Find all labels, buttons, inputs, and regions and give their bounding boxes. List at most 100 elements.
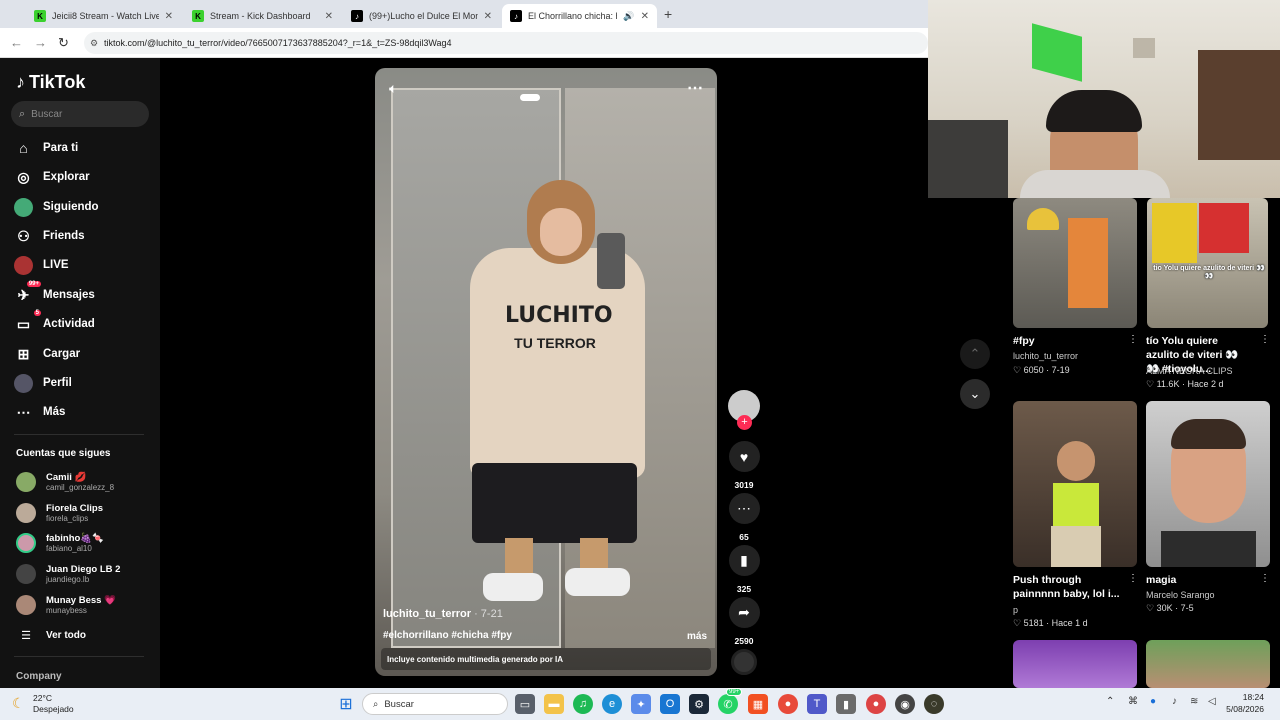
related-video-title[interactable]: #fpy — [1013, 334, 1035, 348]
chrome-icon[interactable]: ● — [778, 694, 798, 714]
related-video-author[interactable]: p — [1013, 605, 1018, 615]
related-video-title[interactable]: Push through painnnnn baby, lol i... — [1013, 573, 1125, 601]
sidebar-item-explorar[interactable]: ◎ Explorar — [14, 166, 89, 188]
taskbar-search[interactable]: ⌕ Buscar — [362, 693, 508, 715]
author-avatar[interactable]: + — [728, 390, 760, 430]
video-options-icon[interactable]: ⋮ — [1128, 334, 1138, 345]
sidebar-item-para-ti[interactable]: ⌂ Para ti — [14, 137, 78, 159]
related-like-count: 5181 — [1023, 618, 1044, 628]
tab-tiktok-chorrillano[interactable]: ♪ El Chorrillano chicha: histo 🔊 ✕ — [502, 4, 657, 28]
search-placeholder: Buscar — [31, 108, 63, 120]
new-tab-button[interactable]: + — [664, 6, 672, 22]
share-button[interactable]: ➦ 2590 — [728, 597, 760, 646]
forward-arrow-icon[interactable]: → — [34, 35, 47, 50]
see-all-link[interactable]: ☰ Ver todo — [16, 623, 86, 647]
store-icon[interactable]: ▦ — [748, 694, 768, 714]
teams-icon[interactable]: T — [807, 694, 827, 714]
outlook-icon[interactable]: O — [660, 694, 680, 714]
following-account[interactable]: Fiorela Clips fiorela_clips — [16, 501, 103, 525]
close-icon[interactable]: ✕ — [641, 11, 649, 22]
url-field[interactable]: ⚙ tiktok.com/@luchito_tu_terror/video/76… — [84, 32, 928, 54]
weather-desc[interactable]: Despejado — [33, 704, 74, 714]
related-video-author[interactable]: ALMA NEGRA CLIPS — [1146, 366, 1233, 376]
clock-time[interactable]: 18:24 — [1228, 692, 1264, 702]
related-video-author[interactable]: Marcelo Sarango — [1146, 590, 1215, 600]
sidebar-item-mas[interactable]: ⋯ Más — [14, 401, 66, 423]
following-account[interactable]: Juan Diego LB 2 juandiego.lb — [16, 562, 120, 586]
tab-tiktok-lucho[interactable]: ♪ (99+)Lucho el Dulce El Mono - ✕ — [343, 4, 500, 28]
whatsapp-icon[interactable]: ✆ 99+ — [718, 688, 743, 714]
bookmark-icon: ▮ — [728, 545, 760, 576]
sidebar-item-mensajes[interactable]: ✈ 99+ Mensajes — [14, 280, 95, 306]
copilot-icon[interactable]: ✦ — [631, 694, 651, 714]
more-options-icon[interactable]: ⋯ — [687, 78, 703, 98]
tray-icon[interactable]: ● — [1150, 696, 1156, 707]
spotify-icon[interactable]: ♫ — [573, 694, 593, 714]
speaker-icon[interactable]: 🔊 — [623, 11, 634, 22]
related-video-thumbnail[interactable] — [1013, 401, 1137, 567]
activity-badge: 5 — [33, 309, 41, 316]
video-author[interactable]: luchito_tu_terror · 7-21 — [383, 608, 503, 620]
follow-plus-icon[interactable]: + — [737, 415, 752, 430]
volume-icon[interactable]: 🔈︎ — [389, 80, 397, 97]
video-player[interactable]: LUCHITO TU TERROR 🔈︎ ⋯ luchito_tu_terror… — [375, 68, 717, 676]
close-icon[interactable]: ✕ — [484, 11, 492, 22]
wifi-icon[interactable]: ≋ — [1190, 696, 1198, 707]
video-hashtags[interactable]: #elchorrillano #chicha #fpy — [383, 630, 512, 641]
sidebar-item-siguiendo[interactable]: Siguiendo — [14, 196, 99, 218]
ai-content-notice: Incluye contenido multimedia generado po… — [381, 648, 711, 670]
chevron-up-icon[interactable]: ⌃ — [1106, 696, 1114, 707]
edge-icon[interactable]: e — [602, 694, 622, 714]
back-arrow-icon[interactable]: ← — [10, 35, 23, 50]
next-video-button[interactable]: ⌄ — [960, 379, 990, 409]
video-options-icon[interactable]: ⋮ — [1128, 573, 1138, 584]
sidebar-item-cargar[interactable]: ⊞ Cargar — [14, 343, 80, 365]
company-link[interactable]: Company — [16, 671, 62, 682]
app-icon[interactable]: ◌ — [924, 694, 944, 714]
tray-icon[interactable]: ⌘ — [1128, 696, 1138, 707]
related-video-author[interactable]: luchito_tu_terror — [1013, 351, 1078, 361]
related-video-thumbnail[interactable] — [1013, 198, 1137, 328]
following-account[interactable]: Camii 💋 camil_gonzalezz_8 — [16, 470, 114, 494]
obs-icon[interactable]: ◉ — [895, 694, 915, 714]
more-link[interactable]: más — [687, 631, 707, 642]
account-handle: fabiano_al10 — [46, 544, 92, 553]
previous-video-button[interactable]: ⌃ — [960, 339, 990, 369]
tab-kick-stream[interactable]: K Jeicii8 Stream - Watch Live on K ✕ — [26, 4, 181, 28]
following-account[interactable]: Munay Bess 💗 munaybess — [16, 593, 116, 617]
related-video-thumbnail[interactable] — [1146, 640, 1270, 688]
close-icon[interactable]: ✕ — [165, 11, 173, 22]
sidebar-item-friends[interactable]: ⚇ Friends — [14, 225, 84, 247]
comment-button[interactable]: ⋯ 65 — [728, 493, 760, 542]
related-video-thumbnail[interactable] — [1146, 401, 1270, 567]
save-button[interactable]: ▮ 325 — [728, 545, 760, 594]
related-video-thumbnail[interactable] — [1013, 640, 1137, 688]
following-account[interactable]: fabinho🍇🍬 fabiano_al10 — [16, 531, 104, 555]
video-options-icon[interactable]: ⋮ — [1260, 334, 1270, 345]
video-options-icon[interactable]: ⋮ — [1260, 573, 1270, 584]
chrome-active-icon[interactable]: ● — [866, 694, 886, 714]
weather-temp[interactable]: 22°C — [33, 693, 52, 703]
tiktok-logo[interactable]: ♪ TikTok — [16, 72, 85, 93]
search-input[interactable]: ⌕ Buscar — [11, 101, 149, 127]
sidebar-item-perfil[interactable]: Perfil — [14, 372, 72, 394]
like-button[interactable]: ♥ 3019 — [728, 441, 760, 490]
volume-icon[interactable]: ◁ — [1208, 696, 1216, 707]
sound-disc[interactable] — [728, 649, 760, 675]
clock-date[interactable]: 5/08/2026 — [1222, 704, 1264, 714]
related-video-thumbnail[interactable]: tio Yolu quiere azulito de viteri 👀 👀 — [1147, 198, 1268, 328]
related-video-title[interactable]: magia — [1146, 573, 1176, 587]
tab-kick-dashboard[interactable]: K Stream - Kick Dashboard ✕ — [184, 4, 341, 28]
app-icon[interactable]: ▮ — [836, 694, 856, 714]
steam-icon[interactable]: ⚙ — [689, 694, 709, 714]
close-icon[interactable]: ✕ — [325, 11, 333, 22]
reload-icon[interactable]: ↻ — [58, 35, 69, 51]
microphone-icon[interactable]: ♪ — [1172, 696, 1177, 707]
file-explorer-icon[interactable]: ▬ — [544, 694, 564, 714]
author-handle[interactable]: luchito_tu_terror — [383, 608, 471, 620]
site-info-icon[interactable]: ⚙ — [90, 38, 98, 49]
sidebar-item-actividad[interactable]: ▭ 5 Actividad — [14, 309, 95, 335]
windows-start-icon[interactable]: ⊞ — [336, 694, 356, 714]
task-view-icon[interactable]: ▭ — [515, 694, 535, 714]
sidebar-item-live[interactable]: LIVE — [14, 254, 69, 276]
